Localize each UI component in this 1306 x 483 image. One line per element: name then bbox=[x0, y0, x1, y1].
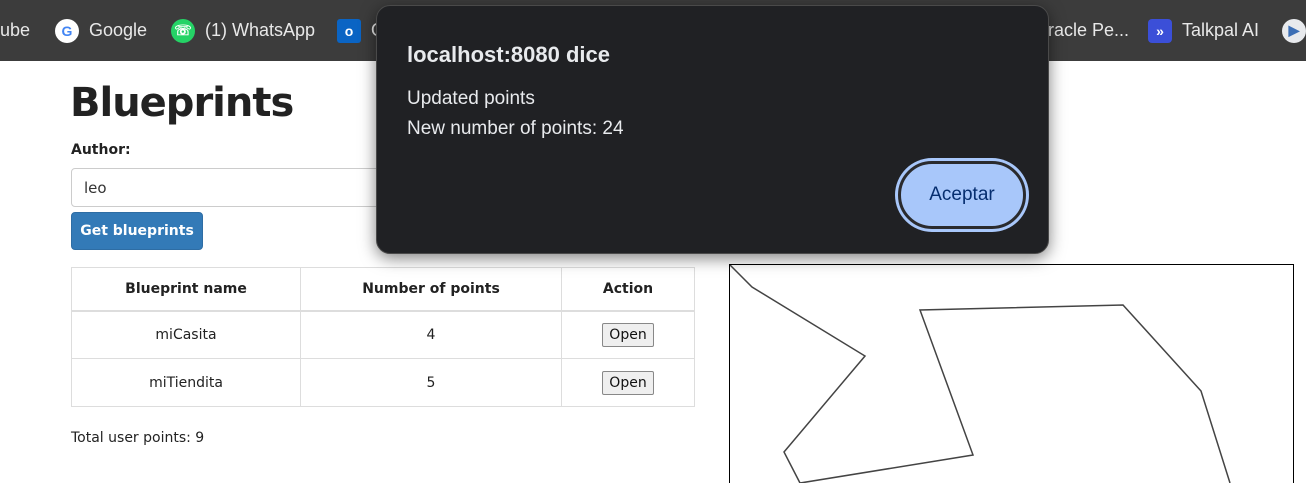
header-action: Action bbox=[561, 267, 695, 311]
blueprint-polyline bbox=[729, 264, 1231, 483]
total-user-points: Total user points: 9 bbox=[71, 430, 205, 446]
bookmark-whatsapp[interactable]: ☏ (1) WhatsApp bbox=[171, 0, 315, 61]
outlook-icon: o bbox=[337, 18, 361, 43]
bookmark-youtube[interactable]: ube bbox=[0, 0, 30, 61]
table-header-row: Blueprint name Number of points Action bbox=[71, 267, 695, 311]
get-blueprints-button[interactable]: Get blueprints bbox=[71, 212, 203, 250]
talkpal-icon: » bbox=[1148, 18, 1172, 43]
author-label: Author: bbox=[71, 142, 131, 158]
table-row: miCasita 4 Open bbox=[71, 310, 695, 359]
bookmark-talkpal[interactable]: » Talkpal AI bbox=[1148, 0, 1259, 61]
header-blueprint-name: Blueprint name bbox=[71, 267, 301, 311]
points-cell: 4 bbox=[300, 310, 562, 359]
bookmark-play[interactable]: ▶ bbox=[1282, 0, 1306, 61]
action-cell: Open bbox=[561, 358, 695, 407]
accept-button[interactable]: Aceptar bbox=[898, 161, 1026, 229]
author-input[interactable] bbox=[71, 168, 391, 207]
open-button[interactable]: Open bbox=[602, 370, 654, 395]
bookmark-label: Google bbox=[89, 20, 148, 40]
blueprint-name-cell: miTiendita bbox=[71, 358, 301, 407]
blueprint-canvas[interactable] bbox=[729, 264, 1294, 483]
action-cell: Open bbox=[561, 310, 695, 359]
table-row: miTiendita 5 Open bbox=[71, 358, 695, 407]
whatsapp-icon: ☏ bbox=[171, 18, 195, 43]
blueprint-name-cell: miCasita bbox=[71, 310, 301, 359]
page-title: Blueprints bbox=[70, 80, 294, 126]
blueprint-drawing bbox=[729, 264, 1231, 483]
bookmark-label: ube bbox=[0, 20, 31, 40]
bookmark-label: Talkpal AI bbox=[1182, 20, 1260, 40]
bookmark-label: (1) WhatsApp bbox=[205, 20, 316, 40]
dialog-title: localhost:8080 dice bbox=[407, 42, 610, 67]
blueprints-table: Blueprint name Number of points Action m… bbox=[71, 267, 695, 407]
bookmark-label: racle Pe... bbox=[1048, 20, 1130, 40]
bookmark-oracle[interactable]: racle Pe... bbox=[1048, 0, 1129, 61]
bookmark-google[interactable]: G Google bbox=[55, 0, 147, 61]
play-icon: ▶ bbox=[1282, 18, 1306, 43]
dialog-message-line2: New number of points: 24 bbox=[407, 118, 624, 139]
open-button[interactable]: Open bbox=[602, 322, 654, 347]
alert-dialog: localhost:8080 dice Updated points New n… bbox=[376, 5, 1049, 254]
points-cell: 5 bbox=[300, 358, 562, 407]
dialog-message-line1: Updated points bbox=[407, 88, 535, 109]
header-number-of-points: Number of points bbox=[300, 267, 562, 311]
google-icon: G bbox=[55, 18, 79, 43]
